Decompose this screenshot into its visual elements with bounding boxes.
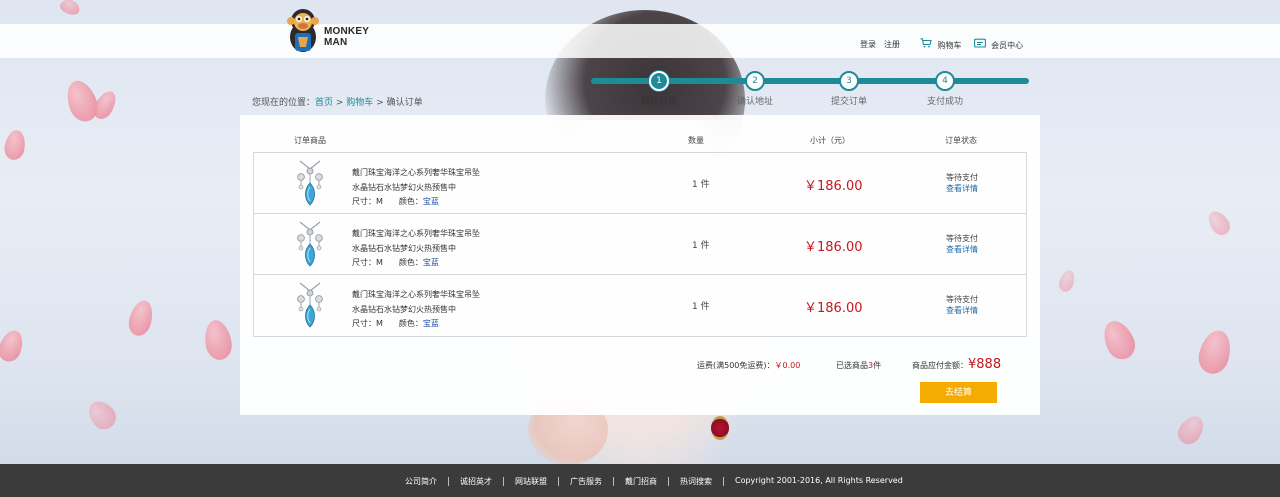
member-center-link[interactable]: 会员中心	[973, 38, 1024, 51]
step-number: 2	[745, 71, 765, 91]
petal-decoration	[2, 128, 28, 162]
step-number: 3	[839, 71, 859, 91]
item-subtotal: ￥186.00	[804, 240, 863, 255]
footer-divider	[503, 477, 504, 486]
step-label: 确认订单	[640, 97, 677, 107]
petal-decoration	[1173, 411, 1209, 449]
breadcrumb-current: 确认订单	[386, 98, 423, 108]
pendant-thumbnail[interactable]	[294, 159, 326, 207]
footer-divider	[668, 477, 669, 486]
petal-decoration	[1056, 268, 1078, 294]
step-payment-success: 4 支付成功	[915, 71, 975, 107]
step-submit-order: 3 提交订单	[819, 71, 879, 107]
header-nav: 登录 注册 购物车 会员中心	[860, 38, 1023, 51]
petal-decoration	[1194, 326, 1236, 378]
cart-icon	[920, 38, 932, 48]
breadcrumb-separator: >	[333, 98, 347, 108]
checkout-button[interactable]: 去结算	[920, 382, 997, 403]
petal-decoration	[1204, 207, 1234, 239]
product-attributes: 尺寸：M 颜色：宝蓝	[352, 197, 439, 206]
order-status: 等待支付 查看详情	[946, 173, 978, 194]
petal-decoration	[125, 297, 157, 339]
petal-decoration	[83, 395, 121, 435]
order-table: 戴门珠宝海洋之心系列奢华珠宝吊坠 水晶钻石水钻梦幻火热预售中 尺寸：M 颜色：宝蓝…	[253, 152, 1027, 337]
petal-decoration	[201, 318, 235, 362]
footer-divider	[448, 477, 449, 486]
footer-copyright: Copyright 2001-2016, All Rights Reserved	[735, 476, 903, 485]
step-label: 提交订单	[830, 97, 867, 107]
cart-link[interactable]: 购物车	[920, 38, 962, 51]
footer-divider	[723, 477, 724, 486]
step-confirm-order: 1 确认订单	[629, 71, 689, 107]
member-card-icon	[973, 38, 986, 48]
logo[interactable]: MONKEY MAN	[286, 7, 370, 57]
view-details-link[interactable]: 查看详情	[946, 183, 978, 194]
pendant-thumbnail[interactable]	[294, 281, 326, 329]
view-details-link[interactable]: 查看详情	[946, 244, 978, 255]
petal-decoration	[58, 0, 82, 17]
item-quantity: 1 件	[692, 241, 710, 251]
product-name[interactable]: 戴门珠宝海洋之心系列奢华珠宝吊坠 水晶钻石水钻梦幻火热预售中	[352, 165, 480, 195]
table-row: 戴门珠宝海洋之心系列奢华珠宝吊坠 水晶钻石水钻梦幻火热预售中 尺寸：M 颜色：宝蓝…	[254, 153, 1026, 214]
header-quantity: 数量	[688, 136, 704, 145]
view-details-link[interactable]: 查看详情	[946, 305, 978, 316]
product-attributes: 尺寸：M 颜色：宝蓝	[352, 258, 439, 267]
order-status: 等待支付 查看详情	[946, 295, 978, 316]
breadcrumb-prefix: 您现在的位置：	[252, 98, 316, 108]
footer-divider	[558, 477, 559, 486]
product-name[interactable]: 戴门珠宝海洋之心系列奢华珠宝吊坠 水晶钻石水钻梦幻火热预售中	[352, 287, 480, 317]
cart-link-label: 购物车	[937, 41, 962, 50]
total-payable: 商品应付金额：¥888	[912, 357, 1002, 372]
header-product: 订单商品	[294, 136, 326, 145]
order-status: 等待支付 查看详情	[946, 234, 978, 255]
footer-links: 公司简介 诚招英才 网站联盟 广告服务 戴门招商 热词搜索 Copyright …	[405, 476, 903, 487]
order-panel: 订单商品 数量 小计（元） 订单状态 戴门珠宝海洋之心系列奢华珠宝吊坠 水晶钻石…	[240, 115, 1040, 415]
table-row: 戴门珠宝海洋之心系列奢华珠宝吊坠 水晶钻石水钻梦幻火热预售中 尺寸：M 颜色：宝蓝…	[254, 275, 1026, 336]
top-header	[0, 24, 1280, 58]
step-label: 确认地址	[736, 97, 773, 107]
register-link[interactable]: 注册	[884, 39, 900, 50]
step-label: 支付成功	[926, 97, 963, 107]
item-subtotal: ￥186.00	[804, 179, 863, 194]
footer-link-franchise[interactable]: 戴门招商	[625, 476, 657, 487]
footer-link-hot-search[interactable]: 热词搜索	[680, 476, 712, 487]
table-row: 戴门珠宝海洋之心系列奢华珠宝吊坠 水晶钻石水钻梦幻火热预售中 尺寸：M 颜色：宝蓝…	[254, 214, 1026, 275]
header-subtotal: 小计（元）	[810, 136, 850, 145]
item-quantity: 1 件	[692, 180, 710, 190]
breadcrumb: 您现在的位置：首页 > 购物车 > 确认订单	[252, 95, 423, 108]
logo-text: MONKEY MAN	[324, 26, 370, 48]
footer-link-about[interactable]: 公司简介	[405, 476, 437, 487]
footer-divider	[613, 477, 614, 486]
member-center-label: 会员中心	[991, 41, 1024, 50]
login-link[interactable]: 登录	[860, 39, 876, 50]
footer-link-advertising[interactable]: 广告服务	[570, 476, 602, 487]
footer: 公司简介 诚招英才 网站联盟 广告服务 戴门招商 热词搜索 Copyright …	[0, 464, 1280, 497]
shipping-fee: 运费(满500免运费)：￥0.00	[697, 361, 801, 370]
checkout-steps: 1 确认订单 2 确认地址 3 提交订单 4 支付成功	[591, 71, 1029, 107]
product-attributes: 尺寸：M 颜色：宝蓝	[352, 319, 439, 328]
breadcrumb-home-link[interactable]: 首页	[315, 98, 333, 108]
pendant-thumbnail[interactable]	[294, 220, 326, 268]
item-quantity: 1 件	[692, 302, 710, 312]
footer-link-affiliates[interactable]: 网站联盟	[515, 476, 547, 487]
footer-link-careers[interactable]: 诚招英才	[460, 476, 492, 487]
item-subtotal: ￥186.00	[804, 301, 863, 316]
header-status: 订单状态	[945, 136, 977, 145]
breadcrumb-separator: >	[373, 98, 387, 108]
selected-items-count: 已选商品3件	[836, 361, 882, 370]
step-number: 1	[649, 71, 669, 91]
breadcrumb-cart-link[interactable]: 购物车	[346, 98, 373, 108]
monkey-logo-icon	[287, 9, 319, 52]
product-name[interactable]: 戴门珠宝海洋之心系列奢华珠宝吊坠 水晶钻石水钻梦幻火热预售中	[352, 226, 480, 256]
petal-decoration	[0, 327, 27, 365]
step-number: 4	[935, 71, 955, 91]
total-amount: ¥888	[968, 357, 1002, 372]
step-confirm-address: 2 确认地址	[725, 71, 785, 107]
petal-decoration	[1097, 315, 1141, 365]
earring-jewel	[711, 416, 729, 440]
